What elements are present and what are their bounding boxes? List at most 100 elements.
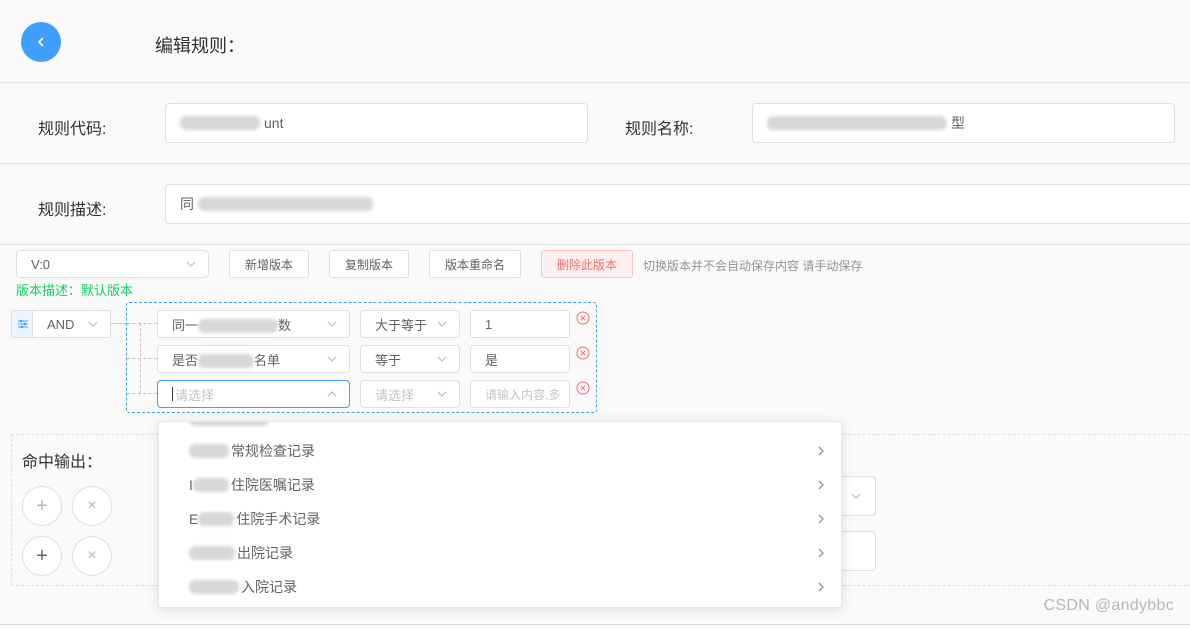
dropdown-item[interactable]: E 住院手术记录: [159, 502, 841, 536]
remove-circle-icon[interactable]: [576, 381, 590, 395]
add-output-button[interactable]: +: [22, 486, 62, 526]
chevron-up-icon: [327, 391, 337, 397]
chevron-down-icon: [437, 391, 447, 397]
redacted-text: [198, 354, 255, 369]
chevron-down-icon: [851, 493, 861, 499]
plus-icon: +: [36, 544, 48, 567]
rule-name-label: 规则名称:: [625, 121, 694, 138]
remove-output-button[interactable]: ×: [72, 486, 112, 526]
dropdown-item-label: 住院医嘱记录: [230, 477, 315, 493]
dropdown-item[interactable]: I 住院医嘱记录: [159, 468, 841, 502]
field-value-tail: 数: [278, 317, 292, 333]
condition-value-input[interactable]: 1: [470, 310, 570, 338]
chevron-right-icon: [818, 514, 824, 524]
chevron-right-icon: [818, 446, 824, 456]
condition-field-select[interactable]: 同一 数: [157, 310, 350, 338]
rule-desc-label: 规则描述:: [38, 202, 107, 219]
redacted-text: [198, 512, 235, 526]
logic-select[interactable]: AND: [32, 310, 111, 338]
watermark: CSDN @andybbc: [1043, 597, 1174, 614]
chevron-left-icon: [38, 37, 44, 47]
field-value: 同一: [172, 317, 199, 333]
field-value: 是否: [172, 352, 199, 368]
connector-line: [111, 323, 126, 324]
output-label: 命中输出：: [22, 454, 103, 471]
dropdown-item[interactable]: 常规检查记录: [159, 434, 841, 468]
condition-operator-select[interactable]: 大于等于: [360, 310, 460, 338]
version-select-value: V:0: [31, 256, 51, 272]
chevron-right-icon: [818, 548, 824, 558]
connector-line: [127, 358, 157, 359]
output-select[interactable]: [836, 476, 876, 516]
condition-value: 1: [485, 316, 493, 332]
value-placeholder: 请输入内容,多: [485, 387, 561, 402]
redacted-text: [192, 478, 229, 492]
chevron-right-icon: [818, 582, 824, 592]
close-icon: ×: [87, 547, 97, 564]
dropdown-item-label: 住院手术记录: [236, 511, 321, 527]
rule-name-value: 型: [951, 115, 965, 131]
condition-value-input[interactable]: 是: [470, 345, 570, 373]
condition-field-select-open[interactable]: 请选择: [157, 380, 350, 408]
add-output-button[interactable]: +: [22, 536, 62, 576]
dropdown-item-label: 出院记录: [237, 545, 293, 561]
condition-value: 是: [485, 352, 499, 368]
connector-line: [127, 323, 157, 324]
remove-circle-icon[interactable]: [576, 346, 590, 360]
rule-code-label: 规则代码:: [38, 121, 107, 138]
condition-value-input[interactable]: 请输入内容,多: [470, 380, 570, 408]
dropdown-item[interactable]: 出院记录: [159, 536, 841, 570]
chevron-down-icon: [186, 261, 196, 267]
chevron-down-icon: [437, 356, 447, 362]
delete-version-button[interactable]: 删除此版本: [541, 250, 633, 278]
rule-code-input[interactable]: unt: [165, 103, 588, 143]
dropdown-item-label: 入院记录: [241, 579, 297, 595]
redacted-text: [189, 444, 229, 458]
field-value-tail: 名单: [254, 352, 281, 368]
version-select[interactable]: V:0: [16, 250, 209, 278]
rule-name-input[interactable]: 型: [752, 103, 1175, 143]
condition-operator-select[interactable]: 等于: [360, 345, 460, 373]
remove-output-button[interactable]: ×: [72, 536, 112, 576]
text-cursor: [172, 387, 173, 401]
condition-operator-select[interactable]: 请选择: [360, 380, 460, 408]
plus-icon: +: [36, 494, 48, 517]
version-hint: 切换版本并不会自动保存内容 请手动保存: [643, 259, 863, 273]
rule-code-value: unt: [264, 115, 284, 131]
remove-circle-icon[interactable]: [576, 311, 590, 325]
chevron-right-icon: [818, 480, 824, 490]
chevron-down-icon: [437, 321, 447, 327]
field-dropdown: 常规检查记录 I 住院医嘱记录 E 住院手术记录 出院记录 入院记录: [158, 421, 842, 608]
logic-select-value: AND: [47, 316, 75, 332]
filter-toggle-button[interactable]: [11, 310, 33, 338]
dropdown-item-prefix: E: [189, 511, 199, 527]
close-icon: ×: [87, 497, 97, 514]
operator-placeholder: 请选择: [375, 387, 415, 403]
chevron-down-icon: [327, 356, 337, 362]
page-title: 编辑规则：: [155, 36, 245, 56]
sliders-icon: [17, 319, 28, 329]
condition-field-select[interactable]: 是否 名单: [157, 345, 350, 373]
redacted-text: [198, 197, 373, 211]
copy-version-button[interactable]: 复制版本: [329, 250, 409, 278]
rule-desc-value: 同: [180, 196, 194, 212]
operator-value: 大于等于: [375, 317, 428, 333]
rename-version-button[interactable]: 版本重命名: [429, 250, 521, 278]
dropdown-item-label: 常规检查记录: [231, 443, 315, 459]
version-description: 版本描述：默认版本: [16, 283, 134, 298]
rule-desc-input[interactable]: 同: [165, 184, 1190, 224]
redacted-text: [198, 319, 279, 334]
chevron-down-icon: [88, 321, 98, 327]
redacted-text: [189, 580, 239, 594]
connector-line: [127, 393, 157, 394]
output-input[interactable]: [836, 531, 876, 571]
redacted-text: [767, 116, 947, 130]
add-version-button[interactable]: 新增版本: [229, 250, 309, 278]
redacted-text: [189, 422, 269, 426]
field-placeholder: 请选择: [175, 387, 215, 403]
back-button[interactable]: [21, 22, 61, 62]
operator-value: 等于: [375, 352, 402, 368]
divider: [0, 624, 1190, 625]
dropdown-item[interactable]: 入院记录: [159, 570, 841, 604]
redacted-text: [189, 546, 235, 560]
